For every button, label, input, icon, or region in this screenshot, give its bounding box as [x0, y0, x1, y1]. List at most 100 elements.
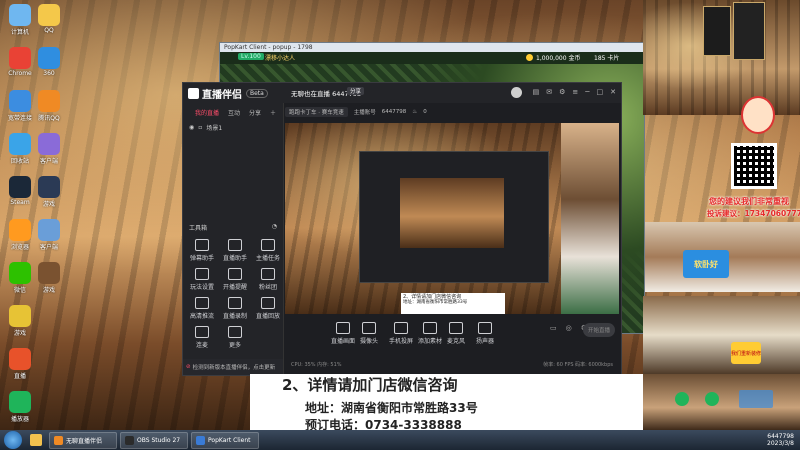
- hotel-poster: 2、详情请加门店微信咨询 地址：湖南省衡阳市常胜路33号 预订电话：0734-3…: [250, 374, 645, 430]
- source-tool[interactable]: 扬声器: [476, 322, 494, 345]
- network-icon: [9, 90, 31, 112]
- beta-badge[interactable]: Beta: [246, 88, 268, 98]
- tools-title: 工具箱: [189, 225, 208, 232]
- start-live-button[interactable]: 开始直播: [583, 323, 615, 337]
- add-scene-icon[interactable]: ＋: [270, 108, 276, 117]
- tray-clock: 6447798: [767, 433, 794, 440]
- desktop-icon[interactable]: Chrome: [5, 47, 35, 77]
- level-badge: Lv.100: [238, 53, 264, 60]
- anchor-id-label: 主播账号: [353, 110, 376, 116]
- source-tool[interactable]: 直播画面: [331, 322, 355, 345]
- update-notice[interactable]: ⊘ 检测到新版本直播伴侣，点击更新: [183, 359, 283, 375]
- taskbar-file-icon[interactable]: [30, 434, 42, 446]
- tool-label: 弹幕助手: [189, 255, 214, 262]
- live-companion-window[interactable]: 直播伴侣 Beta 无聊也在直播 6447798 分享 ▤ ✉ ⚙ ≡ ─ □ …: [182, 82, 622, 376]
- avatar[interactable]: [511, 87, 522, 98]
- taskbar-task[interactable]: 无聊直播伴侣: [49, 431, 117, 449]
- lock-icon[interactable]: ▫: [198, 124, 202, 131]
- tool-item[interactable]: 开播提醒: [220, 268, 250, 291]
- message-icon[interactable]: ✉: [546, 88, 552, 96]
- desktop-icon[interactable]: 直播: [5, 348, 35, 380]
- tab-my-live[interactable]: 我的直播: [195, 108, 219, 117]
- desktop-icon[interactable]: 客户端: [34, 133, 64, 165]
- tool-item[interactable]: 直播录制: [220, 297, 250, 320]
- source-tool[interactable]: 手机投屏: [389, 322, 413, 345]
- scene-row[interactable]: ◉ ▫ 场景1: [183, 123, 283, 132]
- desktop-icon[interactable]: 计算机: [5, 4, 35, 36]
- desktop-icon[interactable]: 游戏: [5, 305, 35, 337]
- desktop-icon[interactable]: 回收站: [5, 133, 35, 165]
- coin-icon: [526, 54, 533, 61]
- tool-item[interactable]: 直播助手: [220, 239, 250, 262]
- info-bar: 跑跑卡丁车 · 赛车竞速 主播账号 6447798 ♨ 0: [285, 105, 617, 119]
- taskbar-task[interactable]: PopKart Client: [191, 431, 259, 449]
- remind-icon: [228, 268, 242, 280]
- effect-icon[interactable]: ◎: [566, 324, 572, 332]
- screen-icon: [336, 322, 350, 334]
- coin-count: 1,000,000 金币: [536, 55, 581, 62]
- top-bar: 直播伴侣 Beta 无聊也在直播 6447798 分享 ▤ ✉ ⚙ ≡ ─ □ …: [183, 83, 621, 103]
- desktop-icon[interactable]: Steam: [5, 176, 35, 206]
- source-tool-label: 扬声器: [476, 338, 495, 345]
- tool-grid: 弹幕助手 直播助手 主播任务玩法设置 开播提醒 粉丝团高清推流 直播录制 直播回放连麦 更多: [185, 239, 281, 359]
- desktop-icon[interactable]: 游戏: [34, 262, 64, 294]
- qr-code: [731, 143, 777, 189]
- source-tool-label: 直播画面: [331, 338, 356, 345]
- tool-item[interactable]: 粉丝团: [253, 268, 283, 291]
- share-button[interactable]: 分享: [347, 87, 365, 95]
- computer-icon: [9, 4, 31, 26]
- skin-icon[interactable]: ▤: [533, 88, 540, 96]
- category-tag[interactable]: 跑跑卡丁车 · 赛车竞速: [285, 107, 348, 117]
- tool-label: 玩法设置: [189, 284, 214, 291]
- desktop-icon[interactable]: 微信: [5, 262, 35, 294]
- desktop-icon-label: 浏览器: [10, 244, 29, 251]
- stream-preview[interactable]: 2、详情请加门店微信咨询 地址：湖南省衡阳市常胜路33号: [285, 123, 619, 314]
- desktop-icon-label: 直播: [13, 373, 26, 380]
- tool-item[interactable]: 直播回放: [253, 297, 283, 320]
- start-button[interactable]: [4, 431, 22, 449]
- close-icon[interactable]: ✕: [610, 88, 616, 96]
- tool-item[interactable]: 更多: [220, 326, 250, 349]
- desktop-icon-label: 微信: [13, 287, 26, 294]
- tool-item[interactable]: 玩法设置: [187, 268, 217, 291]
- taskbar-task-label: OBS Studio 27: [137, 436, 181, 444]
- beta-label: Beta: [250, 89, 264, 97]
- desktop-icon[interactable]: 游戏: [34, 176, 64, 208]
- preview-poster: 2、详情请加门店微信咨询 地址：湖南省衡阳市常胜路33号: [401, 293, 505, 314]
- source-tool[interactable]: 摄像头: [360, 322, 378, 345]
- tools-title-row: 工具箱 ◔: [189, 223, 277, 232]
- taskbar: 无聊直播伴侣 OBS Studio 27 PopKart Client 644779…: [0, 430, 800, 450]
- desktop-icon[interactable]: 宽带连接: [5, 90, 35, 122]
- minimize-icon[interactable]: ─: [585, 88, 589, 96]
- desktop-icon[interactable]: 客户端: [34, 219, 64, 251]
- tool-label: 直播录制: [222, 313, 247, 320]
- desktop-icon[interactable]: 360: [34, 47, 64, 77]
- desktop-icon[interactable]: QQ: [34, 4, 64, 34]
- tools-toggle-icon[interactable]: ◔: [272, 223, 277, 232]
- maximize-icon[interactable]: □: [597, 88, 604, 96]
- wechat-contact-icon: [675, 392, 689, 406]
- source-tool[interactable]: 添加素材: [418, 322, 442, 345]
- desktop-icon[interactable]: 播放器: [5, 391, 35, 423]
- desktop-icon[interactable]: 腾讯QQ: [34, 90, 64, 122]
- tool-item[interactable]: 连麦: [187, 326, 217, 349]
- complaint-text: 您的建议我们非常重视: [709, 197, 789, 206]
- visibility-icon[interactable]: ◉: [189, 124, 194, 131]
- settings-icon[interactable]: ⚙: [559, 88, 565, 96]
- tool-item[interactable]: 弹幕助手: [187, 239, 217, 262]
- desktop-icon[interactable]: 浏览器: [5, 219, 35, 251]
- taskbar-task[interactable]: OBS Studio 27: [120, 431, 188, 449]
- menu-icon[interactable]: ≡: [572, 88, 578, 96]
- tool-item[interactable]: 高清推流: [187, 297, 217, 320]
- tea-box-image: [703, 6, 731, 56]
- app-icon: [38, 90, 60, 112]
- tab-interact[interactable]: 互动: [228, 108, 240, 117]
- hot-count: 0: [423, 109, 427, 115]
- tool-label: 开播提醒: [222, 284, 247, 291]
- tool-item[interactable]: 主播任务: [253, 239, 283, 262]
- record-icon[interactable]: ▭: [550, 324, 557, 332]
- desktop-icon-label: 计算机: [10, 29, 29, 36]
- desktop-icon-label: 360: [43, 70, 55, 77]
- source-tool[interactable]: 麦克风: [447, 322, 465, 345]
- tab-share[interactable]: 分享: [249, 108, 261, 117]
